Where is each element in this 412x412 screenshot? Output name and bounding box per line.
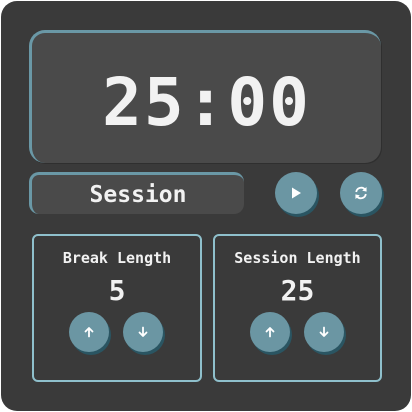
arrow-up-icon (265, 327, 275, 338)
play-button[interactable] (275, 172, 317, 214)
arrow-up-icon (84, 327, 94, 338)
break-increment-button[interactable] (69, 312, 109, 352)
session-length-label: Session Length (234, 249, 361, 267)
reset-button[interactable] (340, 172, 382, 214)
break-length-panel: Break Length 5 (32, 234, 202, 382)
pomodoro-clock: 25:00 Session Break Length 5 Session Len… (1, 1, 411, 411)
play-icon (292, 187, 301, 199)
session-length-value: 25 (280, 274, 315, 307)
session-decrement-button[interactable] (304, 312, 344, 352)
timer-label: Session (29, 172, 244, 214)
refresh-icon (355, 186, 367, 200)
break-length-value: 5 (108, 274, 126, 307)
time-left: 25:00 (102, 63, 311, 141)
session-length-panel: Session Length 25 (213, 234, 382, 382)
timer-display: 25:00 (29, 30, 381, 163)
break-decrement-button[interactable] (123, 312, 163, 352)
break-length-label: Break Length (62, 249, 172, 267)
arrow-down-icon (319, 326, 329, 337)
session-increment-button[interactable] (250, 312, 290, 352)
arrow-down-icon (138, 326, 148, 337)
